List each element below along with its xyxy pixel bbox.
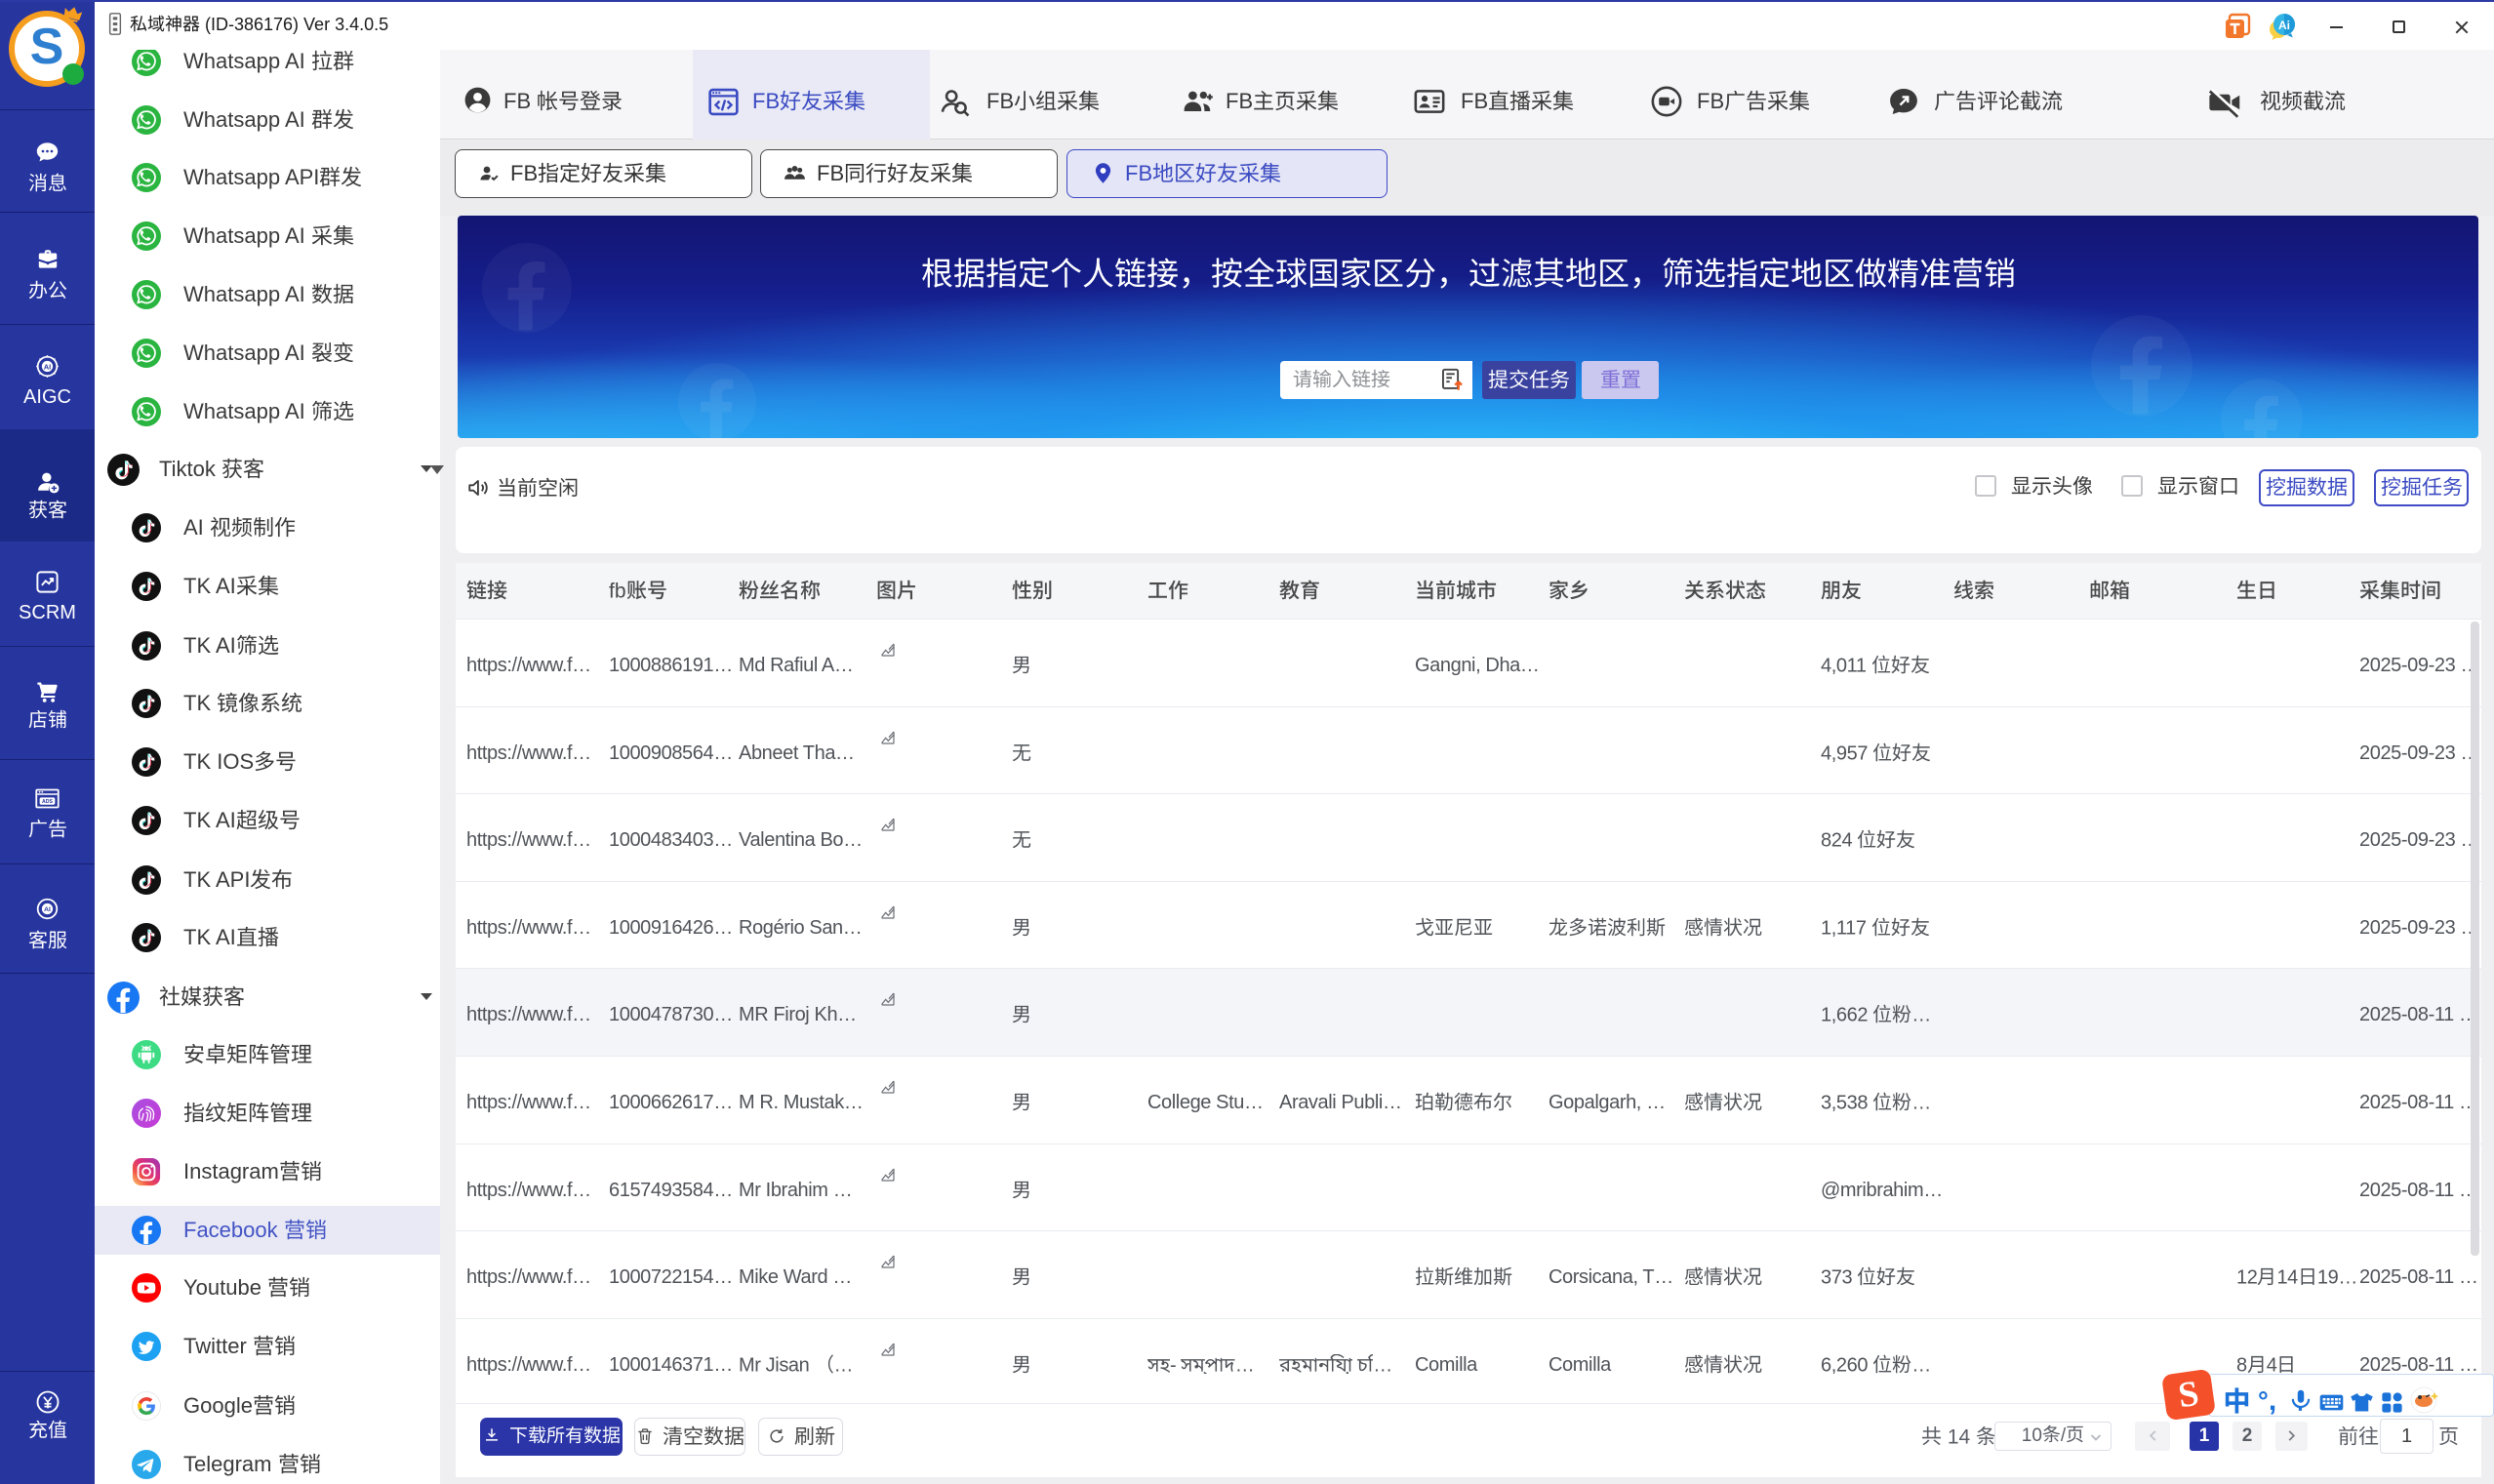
svg-text:AI: AI bbox=[44, 906, 51, 913]
svg-text:AI: AI bbox=[44, 362, 51, 371]
svg-text:ADS: ADS bbox=[42, 799, 53, 805]
svg-text:Ai: Ai bbox=[2278, 19, 2290, 32]
